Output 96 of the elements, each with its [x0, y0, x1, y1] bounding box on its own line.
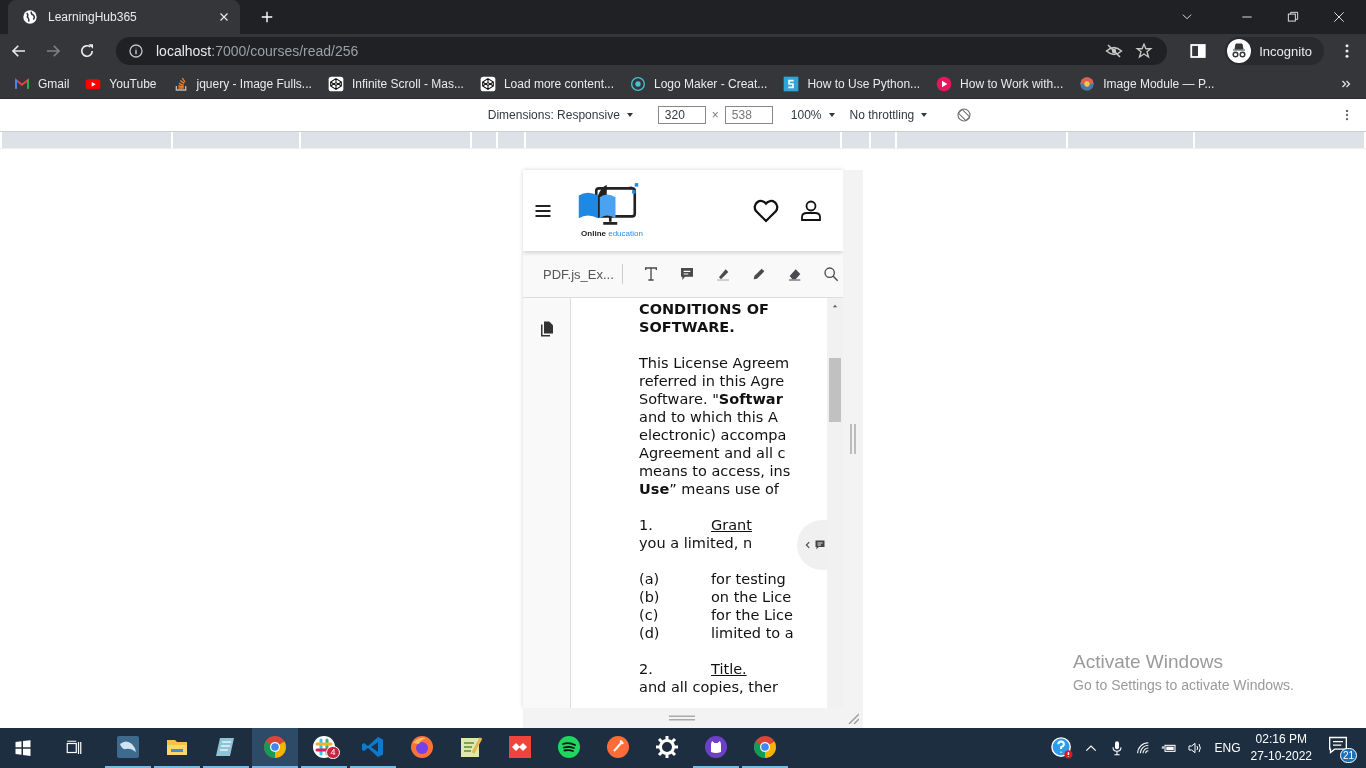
browser-tab[interactable]: LearningHub365	[8, 0, 240, 34]
paragraph-line: This License Agreem	[639, 354, 790, 372]
document-title: PDF.js_Ex...	[543, 266, 614, 282]
comment-icon[interactable]	[678, 266, 695, 282]
bookmark-link[interactable]: Load more content...	[479, 75, 614, 92]
list-text: limited to a	[711, 624, 794, 642]
ring-logo-icon	[630, 75, 646, 92]
paragraph-line: means to access, ins	[639, 462, 791, 480]
taskbar-app-button[interactable]: 4	[301, 728, 347, 768]
play-circle-icon	[936, 75, 953, 92]
section-title: Grant	[711, 516, 752, 534]
dolphin-icon	[116, 735, 140, 759]
incognito-icon	[1227, 39, 1252, 64]
times-sign: ×	[711, 108, 719, 123]
list-text: on the Lice	[711, 588, 792, 606]
close-icon[interactable]	[1332, 10, 1346, 24]
incognito-button[interactable]: Incognito	[1225, 37, 1324, 66]
width-field[interactable]: 320	[657, 106, 706, 125]
new-tab-icon[interactable]	[260, 10, 274, 24]
star-icon[interactable]	[1135, 42, 1154, 61]
language-indicator[interactable]: ENG	[1214, 741, 1241, 755]
rotate-icon[interactable]	[956, 107, 973, 124]
text-tool-icon[interactable]	[642, 266, 659, 282]
list-text: for testing	[711, 570, 786, 588]
section-number: 2.	[639, 660, 654, 678]
side-panel-icon[interactable]	[1189, 42, 1208, 61]
m-letter-icon	[14, 75, 30, 92]
start-icon[interactable]	[14, 739, 32, 757]
dimensions-dropdown[interactable]: Dimensions: Responsive	[487, 108, 634, 123]
search-icon[interactable]	[822, 266, 839, 282]
notepad-pencil-icon	[459, 735, 483, 759]
section-title: Title.	[711, 660, 747, 678]
tab-title: LearningHub365	[48, 10, 138, 24]
cat-icon	[704, 735, 728, 759]
task-view-icon[interactable]	[65, 739, 83, 757]
throttling-dropdown[interactable]: No throttling	[849, 108, 929, 123]
section-number: 1.	[639, 516, 654, 534]
list-label: (c)	[639, 606, 660, 624]
help-icon[interactable]	[1050, 737, 1073, 759]
list-label: (b)	[639, 588, 661, 606]
scroll-up-arrow-icon[interactable]	[831, 302, 839, 310]
paragraph-line: electronic) accompa	[639, 426, 787, 444]
paragraph-line: and to which this A	[639, 408, 778, 426]
corner-resize-icon[interactable]	[847, 712, 859, 724]
cube-icon	[327, 75, 344, 92]
restore-icon[interactable]	[1286, 10, 1300, 24]
bookmark-link[interactable]: How to Work with...	[936, 75, 1064, 92]
count-badge: 4	[326, 746, 340, 759]
bookmark-link[interactable]: Image Module — P...	[1079, 75, 1215, 92]
sphere-icon	[1079, 75, 1096, 92]
paragraph-line: Agreement and all c	[639, 444, 786, 462]
count-badge: 21	[1340, 748, 1358, 763]
clock-time[interactable]: 02:16 PM	[1255, 731, 1307, 748]
volume-icon[interactable]	[1186, 740, 1203, 756]
square-logo-icon	[783, 75, 800, 92]
height-field[interactable]: 538	[724, 106, 773, 125]
heading-text: SOFTWARE.	[639, 318, 735, 336]
url-text: localhost:7000/courses/read/256	[156, 43, 359, 60]
logo-text: Online education	[581, 229, 643, 238]
sound-waves-icon	[557, 735, 581, 759]
comment-icon	[813, 539, 826, 551]
rocket-icon	[606, 735, 630, 759]
bookmark-link[interactable]: How to Use Python...	[783, 75, 921, 92]
heading-text: CONDITIONS OF	[639, 300, 769, 318]
resize-handle-icon[interactable]	[669, 714, 695, 722]
paragraph-line: Use” means use of	[639, 480, 779, 498]
bookmark-link[interactable]: Infinite Scroll - Mas...	[327, 75, 464, 92]
paragraph-line: you a limited, n	[639, 534, 753, 552]
gear-icon	[655, 735, 679, 759]
fox-icon	[410, 735, 434, 759]
wifi-icon[interactable]	[1134, 740, 1151, 756]
clock-date[interactable]: 27-10-2022	[1250, 748, 1312, 765]
bookmark-link[interactable]: Logo Maker - Creat...	[630, 75, 768, 92]
activation-title: Activate Windows	[1073, 651, 1224, 673]
activation-message: Go to Settings to activate Windows.	[1073, 677, 1294, 693]
globe-icon	[22, 9, 38, 25]
paragraph-line: Software. "Softwar	[639, 390, 783, 408]
bookmark-link[interactable]: YouTube	[85, 75, 157, 92]
list-label: (d)	[639, 624, 661, 642]
notifications-button[interactable]: 21	[1328, 731, 1358, 765]
user-icon[interactable]	[799, 198, 823, 223]
comments-toggle-button[interactable]	[797, 520, 827, 570]
paragraph-line: referred in this Agre	[639, 372, 785, 390]
address-bar[interactable]: localhost:7000/courses/read/256	[116, 37, 1168, 66]
resize-handle-icon[interactable]	[849, 424, 857, 454]
bookmark-link[interactable]: Gmail	[14, 75, 70, 92]
paragraph-line: and all copies, ther	[639, 678, 778, 696]
list-label: (a)	[639, 570, 661, 588]
code-icon	[361, 735, 385, 759]
close-icon[interactable]	[218, 11, 230, 23]
list-text: for the Lice	[711, 606, 793, 624]
info-icon	[128, 43, 144, 60]
bookmark-link[interactable]: jquery - Image Fulls...	[172, 75, 312, 92]
zoom-dropdown[interactable]: 100%	[790, 108, 836, 123]
scrollbar-thumb[interactable]	[829, 358, 841, 422]
cube-icon	[479, 75, 496, 92]
